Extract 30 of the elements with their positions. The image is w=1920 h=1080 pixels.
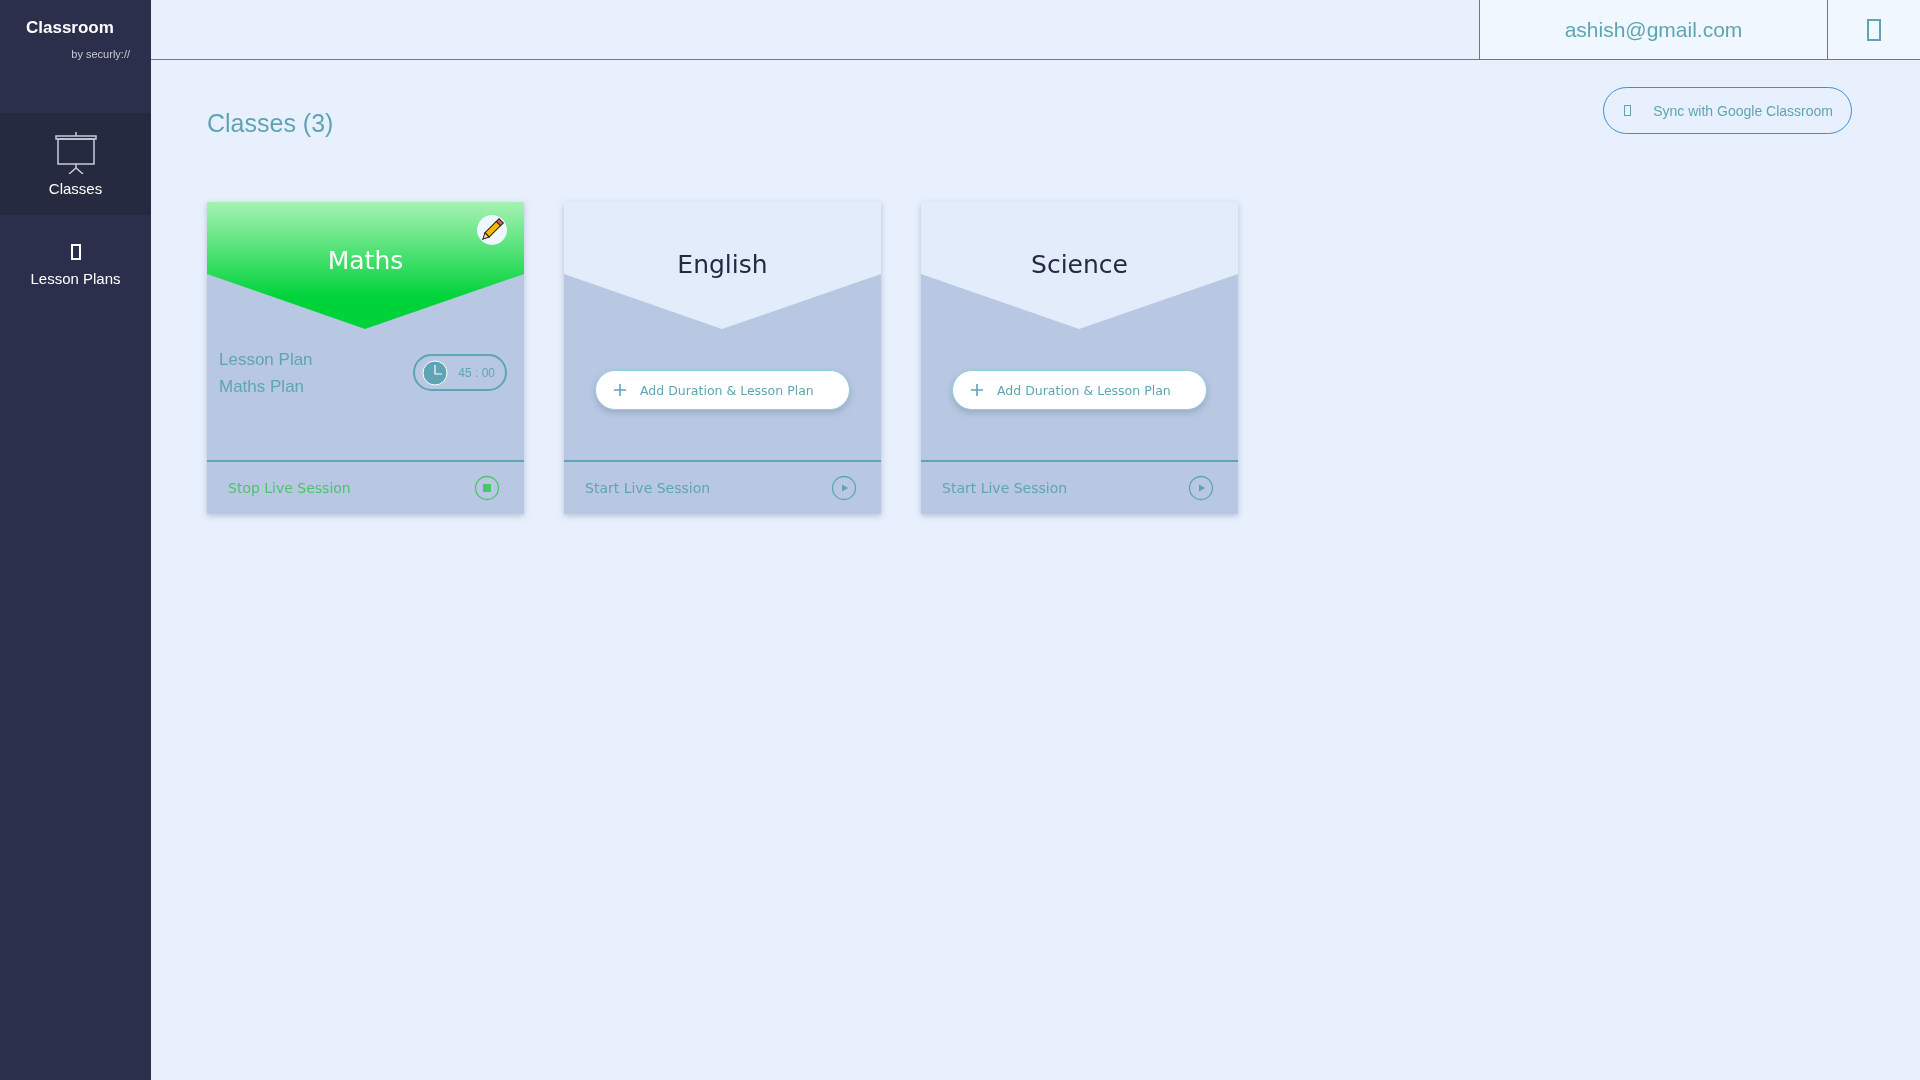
lesson-plan-label: Lesson Plan [219, 349, 313, 371]
add-plan-button[interactable]: Add Duration & Lesson Plan [952, 370, 1207, 410]
box-icon [70, 243, 81, 260]
stop-icon[interactable] [474, 475, 500, 501]
plus-icon [614, 384, 626, 396]
account-button[interactable] [1827, 0, 1920, 59]
session-link[interactable]: Start Live Session [585, 480, 711, 496]
class-name: Science [1030, 250, 1129, 279]
user-email[interactable]: ashish@gmail.com [1479, 0, 1827, 59]
class-name: Maths [326, 246, 405, 275]
pencil-icon[interactable] [477, 215, 507, 245]
nav-item[interactable]: Classes [0, 113, 151, 215]
page-title: Classes (3) [207, 109, 334, 138]
brand-title: Classroom [26, 18, 115, 38]
class-name: English [676, 250, 769, 279]
add-plan-button[interactable]: Add Duration & Lesson Plan [595, 370, 850, 410]
brand-byline: by securly:// [71, 48, 130, 60]
nav-item[interactable]: Lesson Plans [0, 215, 151, 315]
session-link[interactable]: Start Live Session [942, 480, 1068, 496]
box-icon [1624, 105, 1632, 116]
duration-pill[interactable]: 45 : 00 [413, 354, 507, 391]
play-icon[interactable] [1188, 475, 1214, 501]
duration-text: 45 : 00 [458, 365, 495, 380]
clock-icon [422, 359, 449, 386]
projector-screen-icon [54, 131, 97, 174]
box-icon [1867, 18, 1881, 41]
plus-icon [971, 384, 983, 396]
play-icon[interactable] [831, 475, 857, 501]
session-link[interactable]: Stop Live Session [228, 480, 351, 496]
lesson-plan-name: Maths Plan [219, 376, 306, 398]
